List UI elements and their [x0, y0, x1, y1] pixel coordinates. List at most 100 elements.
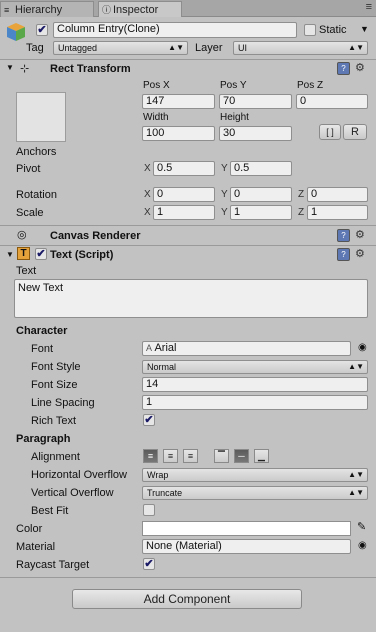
rotation-x-axis: X [144, 189, 151, 200]
gear-icon[interactable]: ⚙ [355, 61, 365, 74]
hierarchy-icon: ≡ [4, 5, 10, 15]
help-book-icon[interactable]: ? [337, 248, 350, 261]
v-overflow-dropdown[interactable]: Truncate ▲▼ [142, 486, 368, 500]
pivot-label: Pivot [16, 163, 41, 175]
rotation-z-field[interactable]: 0 [307, 187, 368, 202]
scale-y-field[interactable]: 1 [230, 205, 292, 220]
layer-value: UI [238, 43, 247, 53]
rotation-label: Rotation [16, 189, 57, 201]
object-picker-icon[interactable]: ◉ [358, 342, 367, 353]
rotation-y-field[interactable]: 0 [230, 187, 292, 202]
paragraph-heading: Paragraph [16, 433, 71, 445]
canvas-renderer-icon: ◎ [17, 229, 27, 241]
divider [0, 59, 376, 60]
gear-icon[interactable]: ⚙ [355, 247, 365, 260]
best-fit-checkbox[interactable] [143, 504, 155, 516]
active-checkbox[interactable]: ✔ [36, 24, 48, 36]
layer-dropdown[interactable]: UI ▲▼ [233, 41, 368, 55]
pos-z-field[interactable]: 0 [296, 94, 368, 109]
add-component-button[interactable]: Add Component [72, 589, 302, 609]
anchors-label[interactable]: Anchors [16, 145, 56, 159]
pos-x-field[interactable]: 147 [142, 94, 215, 109]
pos-z-label: Pos Z [297, 80, 324, 91]
font-size-label: Font Size [31, 379, 78, 391]
h-overflow-label: Horizontal Overflow [31, 469, 127, 481]
chevron-down-icon[interactable]: ▼ [360, 24, 369, 34]
align-middle-button[interactable]: ─ [234, 449, 249, 463]
chevron-down-icon: ▲▼ [348, 470, 364, 479]
font-size-field[interactable]: 14 [142, 377, 368, 392]
scale-z-field[interactable]: 1 [307, 205, 368, 220]
object-picker-icon[interactable]: ◉ [358, 540, 367, 551]
text-area[interactable]: New Text [14, 279, 368, 318]
expand-triangle-icon[interactable]: ▼ [6, 63, 14, 72]
align-left-button[interactable]: ≡ [143, 449, 158, 463]
text-script-title: Text (Script) [50, 249, 114, 261]
canvas-renderer-title: Canvas Renderer [50, 230, 141, 242]
tab-inspector[interactable]: ⓘ Inspector [98, 1, 182, 17]
tab-hierarchy[interactable]: ≡ Hierarchy [0, 1, 94, 17]
object-name-field[interactable]: Column Entry(Clone) [53, 22, 297, 38]
tab-bar: ≡ Hierarchy ⓘ Inspector ≡ [0, 0, 376, 17]
rotation-x-field[interactable]: 0 [153, 187, 215, 202]
pivot-x-axis: X [144, 163, 151, 174]
rotation-z-axis: Z [298, 189, 305, 200]
height-label: Height [220, 112, 249, 123]
pos-y-field[interactable]: 70 [219, 94, 292, 109]
alignment-label: Alignment [31, 451, 80, 463]
static-label: Static [319, 24, 347, 36]
best-fit-label: Best Fit [31, 505, 69, 517]
scale-z-axis: Z [298, 207, 305, 218]
panel-menu-icon[interactable]: ≡ [366, 1, 372, 13]
align-right-button[interactable]: ≡ [183, 449, 198, 463]
width-label: Width [143, 112, 169, 123]
gear-icon[interactable]: ⚙ [355, 228, 365, 241]
tag-label: Tag [26, 42, 44, 54]
font-asset-icon: A [146, 343, 153, 353]
align-center-button[interactable]: ≡ [163, 449, 178, 463]
eyedropper-icon[interactable]: ✎ [357, 520, 366, 533]
height-field[interactable]: 30 [219, 126, 292, 141]
gameobject-icon [5, 21, 27, 43]
anchor-preset-box[interactable] [16, 92, 66, 142]
material-field[interactable]: None (Material) [142, 539, 351, 554]
blueprint-mode-button[interactable]: [ ] [319, 124, 341, 140]
rich-text-checkbox[interactable]: ✔ [143, 414, 155, 426]
pivot-x-field[interactable]: 0.5 [153, 161, 215, 176]
scale-label: Scale [16, 207, 44, 219]
static-checkbox[interactable] [304, 24, 316, 36]
expand-triangle-icon[interactable]: ▼ [6, 250, 14, 259]
color-swatch[interactable] [142, 521, 351, 536]
align-bottom-button[interactable]: ▁ [254, 449, 269, 463]
font-style-label: Font Style [31, 361, 81, 373]
raw-edit-button[interactable]: R [343, 124, 367, 140]
pivot-y-field[interactable]: 0.5 [230, 161, 292, 176]
pos-y-label: Pos Y [220, 80, 247, 91]
raycast-target-checkbox[interactable]: ✔ [143, 558, 155, 570]
divider [0, 577, 376, 578]
font-style-value: Normal [147, 362, 177, 372]
rotation-y-axis: Y [221, 189, 228, 200]
scale-x-field[interactable]: 1 [153, 205, 215, 220]
align-top-button[interactable]: ▔ [214, 449, 229, 463]
help-book-icon[interactable]: ? [337, 62, 350, 75]
font-style-dropdown[interactable]: Normal ▲▼ [142, 360, 368, 374]
tag-dropdown[interactable]: Untagged ▲▼ [53, 41, 188, 55]
chevron-down-icon: ▲▼ [348, 43, 364, 52]
help-book-icon[interactable]: ? [337, 229, 350, 242]
text-script-enabled-checkbox[interactable]: ✔ [35, 248, 47, 260]
chevron-down-icon: ▲▼ [348, 362, 364, 371]
width-field[interactable]: 100 [142, 126, 215, 141]
line-spacing-label: Line Spacing [31, 397, 95, 409]
color-label: Color [16, 523, 43, 535]
h-overflow-dropdown[interactable]: Wrap ▲▼ [142, 468, 368, 482]
line-spacing-field[interactable]: 1 [142, 395, 368, 410]
font-field[interactable]: A Arial [142, 341, 351, 356]
tab-inspector-label: Inspector [113, 4, 159, 16]
pos-x-label: Pos X [143, 80, 170, 91]
chevron-down-icon: ▲▼ [168, 43, 184, 52]
rect-transform-title: Rect Transform [50, 63, 131, 75]
info-icon: ⓘ [102, 5, 112, 15]
scale-x-axis: X [144, 207, 151, 218]
font-label: Font [31, 343, 54, 355]
